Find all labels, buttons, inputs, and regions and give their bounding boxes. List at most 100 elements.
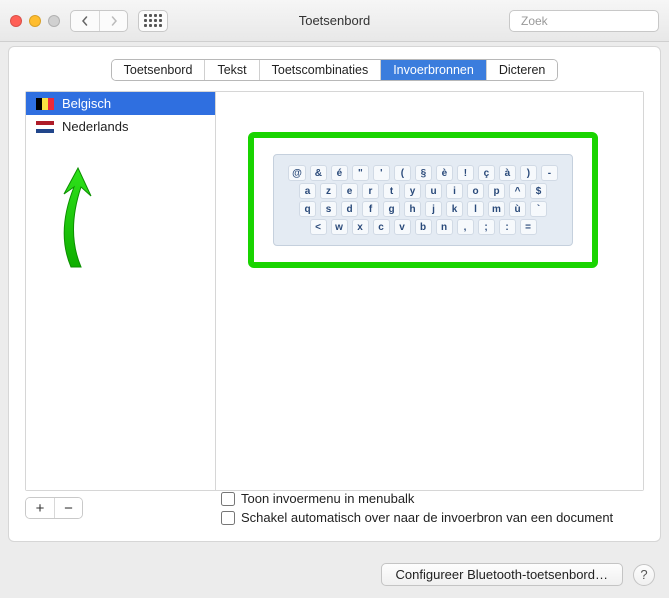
key: e: [341, 183, 358, 199]
input-sources-sidebar: Belgisch Nederlands: [26, 92, 216, 490]
key: -: [541, 165, 558, 181]
key: z: [320, 183, 337, 199]
keyboard-preview-pane: @&é"'(§è!çà)- azertyuiop^$ qsdfghjklmù` <wx…: [216, 92, 643, 490]
key: g: [383, 201, 400, 217]
key: ,: [457, 219, 474, 235]
chevron-right-icon: [109, 16, 119, 26]
below-content-row: + − Toon invoermenu in menubalk Schakel …: [25, 491, 644, 525]
options-column: Toon invoermenu in menubalk Schakel auto…: [221, 491, 613, 525]
key: é: [331, 165, 348, 181]
tabs-container: ToetsenbordTekstToetscombinatiesInvoerbr…: [25, 59, 644, 81]
grid-icon: [144, 14, 162, 27]
titlebar: Toetsenbord: [0, 0, 669, 42]
key: ): [520, 165, 537, 181]
tab-toetscombinaties[interactable]: Toetscombinaties: [259, 60, 381, 80]
flag-nl-icon: [36, 121, 54, 133]
keyboard-row: <wxcvbn,;:=: [282, 219, 564, 235]
key: !: [457, 165, 474, 181]
key: m: [488, 201, 505, 217]
show-input-menu-option[interactable]: Toon invoermenu in menubalk: [221, 491, 613, 506]
key: `: [530, 201, 547, 217]
key: ': [373, 165, 390, 181]
input-source-belgisch[interactable]: Belgisch: [26, 92, 215, 115]
key: t: [383, 183, 400, 199]
auto-switch-checkbox[interactable]: [221, 511, 235, 525]
key: l: [467, 201, 484, 217]
key: §: [415, 165, 432, 181]
search-input[interactable]: [521, 14, 669, 28]
key: n: [436, 219, 453, 235]
keyboard-row: qsdfghjklmù`: [282, 201, 564, 217]
key: @: [288, 165, 306, 181]
key: k: [446, 201, 463, 217]
help-button[interactable]: ?: [633, 564, 655, 586]
tab-dicteren[interactable]: Dicteren: [486, 60, 558, 80]
key: &: [310, 165, 327, 181]
keyboard-row: azertyuiop^$: [282, 183, 564, 199]
key: ç: [478, 165, 495, 181]
key: ^: [509, 183, 526, 199]
key: i: [446, 183, 463, 199]
bottom-buttons: Configureer Bluetooth-toetsenbord… ?: [381, 563, 655, 586]
preference-pane: ToetsenbordTekstToetscombinatiesInvoerbr…: [8, 46, 661, 542]
input-source-nederlands[interactable]: Nederlands: [26, 115, 215, 138]
input-source-list[interactable]: Belgisch Nederlands: [26, 92, 215, 490]
key: c: [373, 219, 390, 235]
add-source-button[interactable]: +: [26, 498, 54, 518]
key: s: [320, 201, 337, 217]
key: (: [394, 165, 411, 181]
key: j: [425, 201, 442, 217]
input-source-label: Nederlands: [62, 119, 129, 134]
key: p: [488, 183, 505, 199]
key: w: [331, 219, 348, 235]
nav-segment: [70, 10, 128, 32]
key: r: [362, 183, 379, 199]
key: è: [436, 165, 453, 181]
key: :: [499, 219, 516, 235]
show-input-menu-checkbox[interactable]: [221, 492, 235, 506]
remove-source-button[interactable]: −: [54, 498, 82, 518]
key: q: [299, 201, 316, 217]
configure-bluetooth-button[interactable]: Configureer Bluetooth-toetsenbord…: [381, 563, 623, 586]
key: b: [415, 219, 432, 235]
key: v: [394, 219, 411, 235]
search-field[interactable]: [509, 10, 659, 32]
keyboard-row: @&é"'(§è!çà)-: [282, 165, 564, 181]
input-source-label: Belgisch: [62, 96, 111, 111]
key: ": [352, 165, 369, 181]
key: u: [425, 183, 442, 199]
zoom-window-button: [48, 15, 60, 27]
show-all-prefs-button[interactable]: [138, 10, 168, 32]
tab-invoerbronnen[interactable]: Invoerbronnen: [380, 60, 486, 80]
flag-be-icon: [36, 98, 54, 110]
key: à: [499, 165, 516, 181]
window-controls: [10, 15, 60, 27]
key: ù: [509, 201, 526, 217]
auto-switch-label: Schakel automatisch over naar de invoerb…: [241, 510, 613, 525]
show-input-menu-label: Toon invoermenu in menubalk: [241, 491, 414, 506]
key: =: [520, 219, 537, 235]
minimize-window-button[interactable]: [29, 15, 41, 27]
key: y: [404, 183, 421, 199]
key: h: [404, 201, 421, 217]
add-remove-segment: + −: [25, 497, 83, 519]
key: <: [310, 219, 327, 235]
keyboard-layout-preview: @&é"'(§è!çà)- azertyuiop^$ qsdfghjklmù` <wx…: [273, 154, 573, 246]
key: a: [299, 183, 316, 199]
tab-bar: ToetsenbordTekstToetscombinatiesInvoerbr…: [111, 59, 559, 81]
key: d: [341, 201, 358, 217]
close-window-button[interactable]: [10, 15, 22, 27]
keyboard-preview-highlight: @&é"'(§è!çà)- azertyuiop^$ qsdfghjklmù` <wx…: [248, 132, 598, 268]
key: x: [352, 219, 369, 235]
key: f: [362, 201, 379, 217]
key: o: [467, 183, 484, 199]
back-button[interactable]: [71, 11, 99, 31]
tab-tekst[interactable]: Tekst: [204, 60, 258, 80]
tab-toetsenbord[interactable]: Toetsenbord: [112, 60, 205, 80]
chevron-left-icon: [80, 16, 90, 26]
forward-button[interactable]: [99, 11, 127, 31]
key: ;: [478, 219, 495, 235]
content-area: Belgisch Nederlands @&é"'(§è!çà)- azertyui…: [25, 91, 644, 491]
auto-switch-option[interactable]: Schakel automatisch over naar de invoerb…: [221, 510, 613, 525]
key: $: [530, 183, 547, 199]
